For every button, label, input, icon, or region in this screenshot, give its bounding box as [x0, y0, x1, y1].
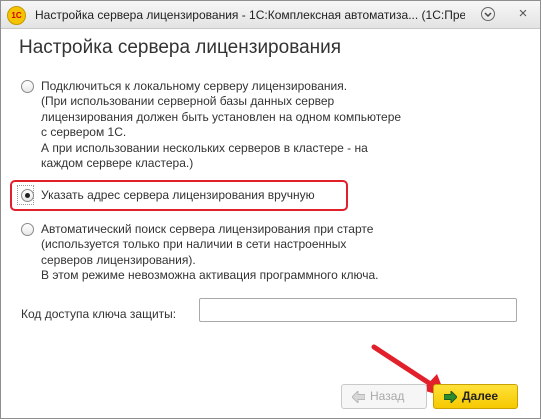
menu-icon[interactable] [480, 6, 496, 22]
title-bar: 1С Настройка сервера лицензирования - 1С… [1, 1, 540, 29]
page-title: Настройка сервера лицензирования [19, 37, 342, 58]
option-auto-search-label: Автоматический поиск сервера лицензирова… [41, 222, 379, 283]
key-access-input[interactable] [199, 298, 517, 322]
option-auto-search[interactable]: Автоматический поиск сервера лицензирова… [17, 222, 417, 285]
back-button-label: Назад [370, 389, 405, 403]
radio-manual-address[interactable] [21, 189, 34, 202]
radio-auto-search[interactable] [21, 223, 34, 236]
key-access-label: Код доступа ключа защиты: [21, 307, 177, 321]
option-manual-address-label: Указать адрес сервера лицензирования вру… [41, 188, 315, 202]
close-icon[interactable]: × [515, 6, 531, 22]
option-local-server[interactable]: Подключиться к локальному серверу лиценз… [17, 79, 437, 170]
next-button-label: Далее [462, 389, 499, 403]
arrow-right-icon [444, 391, 457, 403]
arrow-left-icon [352, 391, 365, 403]
window-title: Настройка сервера лицензирования - 1С:Ко… [35, 8, 465, 22]
radio-local-server[interactable] [21, 80, 34, 93]
option-local-server-label: Подключиться к локальному серверу лиценз… [41, 79, 402, 171]
next-button[interactable]: Далее [433, 384, 518, 409]
app-logo-icon: 1С [7, 6, 26, 25]
back-button[interactable]: Назад [341, 384, 427, 409]
option-manual-address[interactable]: Указать адрес сервера лицензирования вру… [17, 188, 347, 205]
dialog-window: 1С Настройка сервера лицензирования - 1С… [0, 0, 541, 419]
